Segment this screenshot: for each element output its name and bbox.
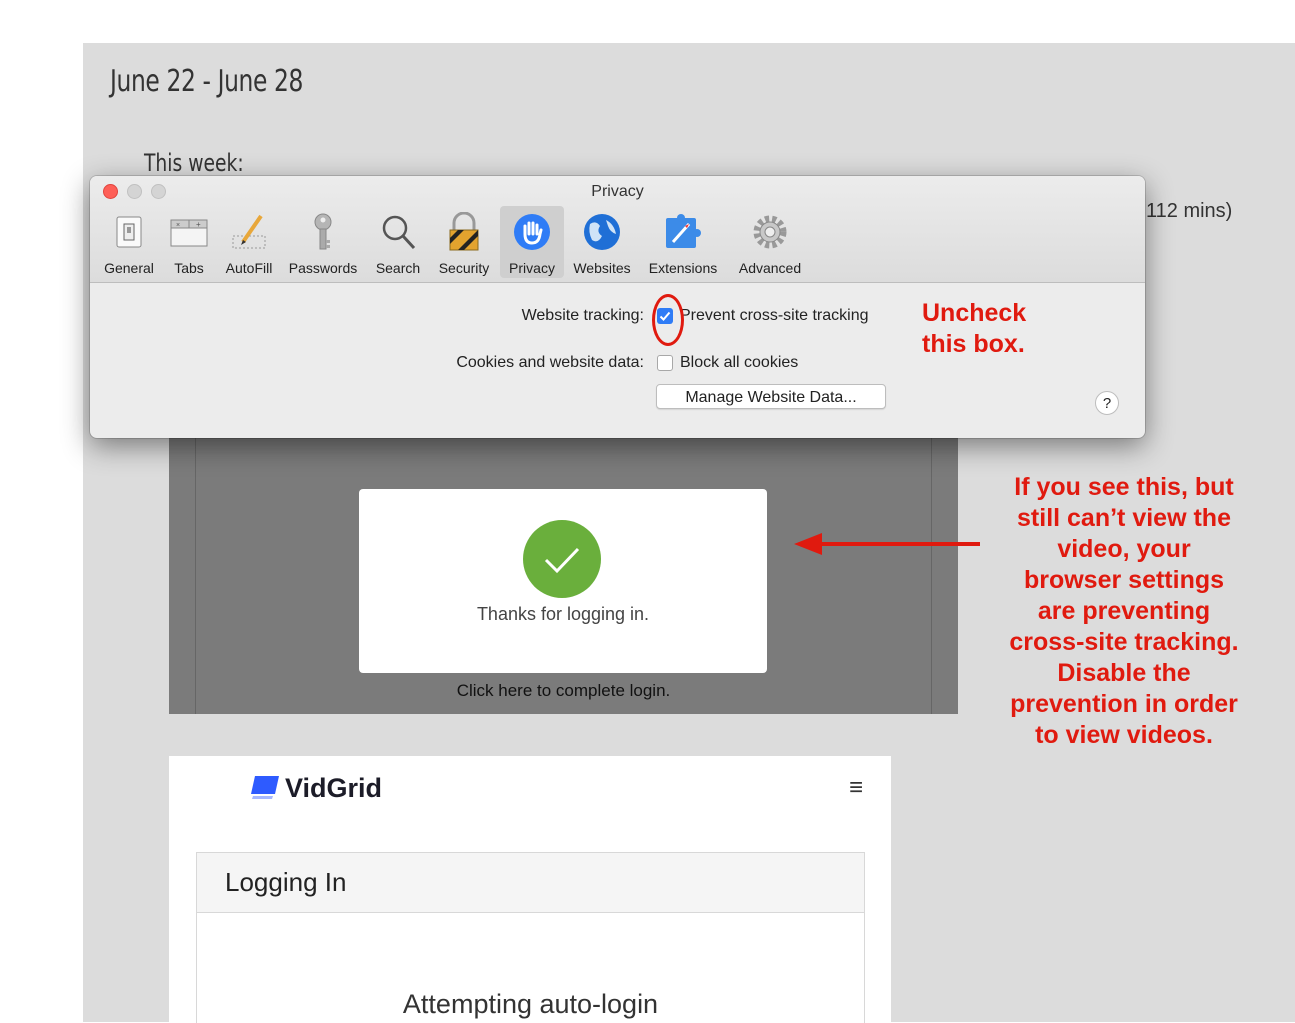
tab-label: Security — [438, 260, 490, 276]
uncheck-annotation: Uncheck this box. — [922, 298, 1026, 360]
hand-icon — [514, 214, 550, 250]
thanks-message: Thanks for logging in. — [476, 604, 650, 624]
tab-privacy[interactable]: Privacy — [500, 206, 564, 278]
highlight-circle — [652, 294, 684, 346]
vidgrid-frame: VidGrid ≡ Logging In Attempting auto-log… — [169, 756, 891, 1023]
annotation-arrow-icon — [794, 533, 980, 555]
website-tracking-label: Website tracking: — [521, 307, 644, 324]
search-icon — [382, 215, 416, 250]
hamburger-menu-icon[interactable]: ≡ — [849, 774, 863, 802]
tabs-icon: × + — [170, 219, 208, 247]
annotation-note: If you see this, but still can’t view th… — [995, 472, 1253, 751]
window-title: Privacy — [591, 183, 644, 200]
duration-text: 112 mins) — [1146, 200, 1233, 222]
uncheck-line: this box. — [922, 330, 1025, 358]
block-cookies-checkbox[interactable] — [657, 355, 673, 371]
autofill-icon — [232, 214, 266, 249]
tab-advanced[interactable]: Advanced — [730, 206, 810, 278]
note-line: to view videos. — [1035, 721, 1213, 749]
this-week-heading: This week: — [144, 149, 244, 177]
general-icon — [116, 216, 142, 248]
tab-label: Advanced — [738, 260, 802, 276]
tab-label: Privacy — [509, 260, 555, 276]
gear-icon — [753, 215, 787, 249]
tab-label: AutoFill — [225, 260, 273, 276]
tab-security[interactable]: Security — [432, 206, 496, 278]
preferences-toolbar: Privacy General × + Tabs AutoFill Passwor… — [90, 176, 1145, 283]
tab-label: Tabs — [174, 260, 204, 276]
login-success-card: Thanks for logging in. — [359, 489, 767, 673]
tab-websites[interactable]: Websites — [566, 206, 638, 278]
help-button[interactable]: ? — [1095, 391, 1119, 415]
cookies-label: Cookies and website data: — [456, 354, 644, 371]
lock-icon — [449, 212, 479, 251]
vidgrid-brand: VidGrid — [285, 773, 383, 803]
tab-label: Passwords — [288, 260, 358, 276]
login-status: Attempting auto-login — [402, 989, 659, 1019]
tab-general[interactable]: General — [98, 206, 160, 278]
manage-website-data-button[interactable]: Manage Website Data... — [656, 384, 886, 409]
prevent-tracking-label: Prevent cross-site tracking — [680, 307, 869, 324]
svg-text:+: + — [196, 220, 201, 229]
note-line: are preventing — [1037, 597, 1211, 625]
complete-login-link[interactable]: Click here to complete login. — [169, 681, 958, 701]
week-title: June 22 - June 28 — [110, 64, 304, 99]
key-icon — [314, 213, 332, 250]
note-line: prevention in order — [1010, 690, 1238, 718]
tab-label: Websites — [573, 260, 631, 276]
tab-search[interactable]: Search — [368, 206, 428, 278]
login-card: Logging In Attempting auto-login — [196, 852, 865, 1023]
note-line: Disable the — [1057, 659, 1191, 687]
tab-autofill[interactable]: AutoFill — [218, 206, 280, 278]
tab-label: Extensions — [648, 260, 718, 276]
vidgrid-logo-icon — [251, 776, 279, 799]
tab-extensions[interactable]: Extensions — [642, 206, 724, 278]
note-line: If you see this, but — [1014, 473, 1234, 501]
tab-label: General — [104, 260, 154, 276]
login-card-header: Logging In — [197, 853, 864, 913]
globe-icon — [584, 214, 620, 250]
tab-label: Search — [375, 260, 421, 276]
note-line: cross-site tracking. — [1009, 628, 1239, 656]
note-line: still can’t view the — [1017, 504, 1231, 532]
uncheck-line: Uncheck — [922, 299, 1027, 327]
svg-text:×: × — [176, 222, 180, 229]
note-line: browser settings — [1023, 566, 1225, 594]
puzzle-icon — [666, 214, 701, 248]
login-card-title: Logging In — [225, 867, 347, 897]
checkmark-icon — [523, 520, 601, 598]
tab-tabs[interactable]: × + Tabs — [162, 206, 216, 278]
note-line: video, your — [1057, 535, 1191, 563]
tab-passwords[interactable]: Passwords — [282, 206, 364, 278]
block-cookies-label: Block all cookies — [680, 354, 799, 371]
